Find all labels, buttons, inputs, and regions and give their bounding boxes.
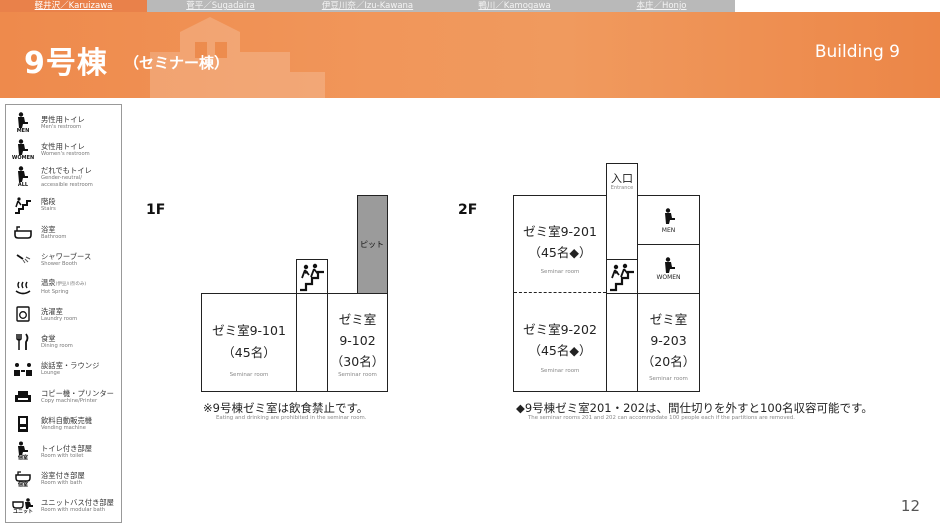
- mens-restroom-icon: MEN: [8, 110, 38, 136]
- laundry-icon: [8, 301, 38, 327]
- bathroom-icon: [8, 219, 38, 245]
- tab-honjo[interactable]: 本庄／Honjo: [588, 0, 735, 12]
- stairs-2f: [606, 259, 638, 294]
- page-title: 9号棟: [24, 46, 108, 81]
- room-9-101: ゼミ室9-101 （45名） Seminar room: [201, 293, 297, 392]
- building-label: Building 9: [814, 42, 900, 62]
- dining-icon: [8, 329, 38, 355]
- entrance-corridor: 入口 Entrance: [606, 163, 638, 263]
- all-gender-restroom-icon: ALL: [8, 164, 38, 190]
- room-9-203: ゼミ室 9-203 （20名） Seminar room: [637, 293, 700, 392]
- legend-item: 洗濯室 Laundry room: [8, 301, 119, 328]
- header-banner: 9号棟 （セミナー棟） Building 9: [0, 12, 940, 98]
- womens-restroom-icon: [665, 257, 675, 273]
- tab-karuizawa[interactable]: 軽井沢／Karuizawa: [0, 0, 147, 12]
- tab-sugadaira[interactable]: 菅平／Sugadaira: [147, 0, 294, 12]
- entrance-label-en: Entrance: [610, 185, 634, 191]
- corridor-1f: [296, 293, 328, 392]
- hot-spring-icon: [8, 274, 38, 300]
- copier-icon: [8, 384, 38, 410]
- tab-kamogawa[interactable]: 鴨川／Kamogawa: [441, 0, 588, 12]
- pit-label: ピット: [360, 240, 384, 249]
- mens-restroom: MEN: [637, 195, 700, 245]
- page-subtitle: （セミナー棟）: [124, 54, 230, 72]
- mens-restroom-icon: [665, 208, 675, 224]
- legend-item: 談話室・ラウンジ Lounge: [8, 356, 119, 383]
- vending-machine-icon: [8, 411, 38, 437]
- rooms-9-201-9-202: ゼミ室9-201 （45名◆） Seminar room ゼミ室9-202 （4…: [513, 195, 607, 392]
- legend-item: コピー機・プリンター Copy machine/Printer: [8, 383, 119, 410]
- legend-item: 温泉(伊豆川奈のみ) Hot Spring: [8, 273, 119, 300]
- legend-item: WOMEN 女性用トイレ Women's restroom: [8, 136, 119, 163]
- entrance-label: 入口: [611, 172, 633, 185]
- stairs-icon: [610, 263, 634, 292]
- page-number: 12: [900, 497, 920, 515]
- floor2-note-en: The seminar rooms 201 and 202 can accomm…: [528, 415, 795, 421]
- legend-item: 個室 トイレ付き部屋 Room with toilet: [8, 438, 119, 465]
- legend-item: MEN 男性用トイレ Men's restroom: [8, 109, 119, 136]
- stairs-1f: [296, 259, 328, 294]
- legend-item: 浴室 Bathroom: [8, 219, 119, 246]
- site-nav: 軽井沢／Karuizawa 菅平／Sugadaira 伊豆川奈／Izu-Kawa…: [0, 0, 735, 12]
- stairs-icon: [300, 263, 324, 292]
- legend-item: 食堂 Dining room: [8, 328, 119, 355]
- shower-icon: [8, 247, 38, 273]
- room-9-102: ゼミ室 9-102 （30名） Seminar room: [327, 293, 388, 392]
- legend-item: ALL だれでもトイレ Gender-neutral/accessible res…: [8, 164, 119, 191]
- floor2-note: ◆9号棟ゼミ室201・202は、間仕切りを外すと100名収容可能です。: [516, 401, 873, 415]
- floor1-note-en: Eating and drinking are prohibited in th…: [216, 415, 367, 421]
- room-with-bath-icon: 個室: [8, 466, 38, 492]
- tab-izu-kawana[interactable]: 伊豆川奈／Izu-Kawana: [294, 0, 441, 12]
- removable-partition: [514, 292, 606, 293]
- pit-area: ピット: [357, 195, 388, 294]
- unit-bath-room-icon: ユニット: [8, 493, 38, 519]
- womens-restroom: WOMEN: [637, 244, 700, 294]
- stairs-icon: [8, 192, 38, 218]
- legend-panel: MEN 男性用トイレ Men's restroom WOMEN 女性用トイレ Wom…: [5, 104, 122, 523]
- legend-item: シャワーブース Shower Booth: [8, 246, 119, 273]
- legend-item: 個室 浴室付き部屋 Room with bath: [8, 465, 119, 492]
- legend-item: 階段 Stairs: [8, 191, 119, 218]
- floor1-note: ※9号棟ゼミ室は飲食禁止です。: [203, 401, 369, 415]
- floor-label-1f: 1F: [146, 202, 166, 218]
- womens-restroom-icon: WOMEN: [8, 137, 38, 163]
- lounge-icon: [8, 356, 38, 382]
- legend-item: 飲料自動販売機 Vending machine: [8, 410, 119, 437]
- legend-item: ユニット ユニットバス付き部屋 Room with modular bath: [8, 492, 119, 519]
- floor-label-2f: 2F: [458, 202, 478, 218]
- room-with-toilet-icon: 個室: [8, 438, 38, 464]
